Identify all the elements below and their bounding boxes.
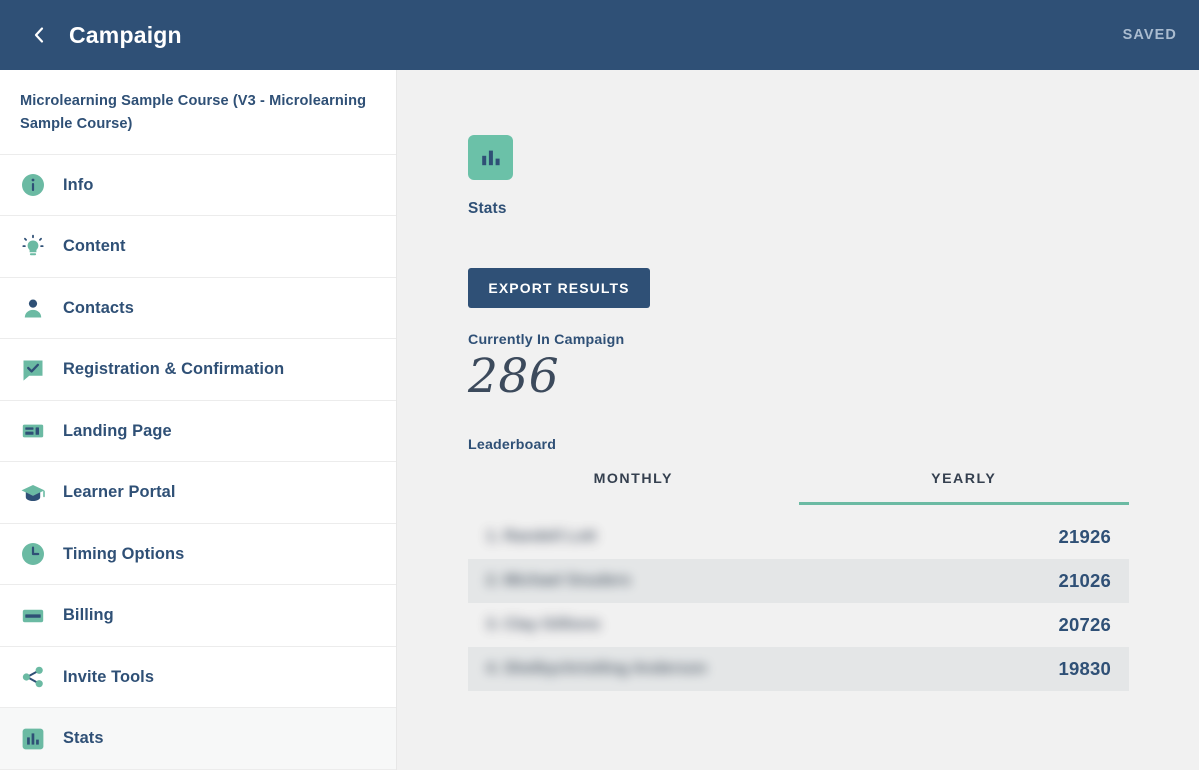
sidebar-item-registration-confirmation[interactable]: Registration & Confirmation: [0, 339, 396, 401]
course-title-block: Microlearning Sample Course (V3 - Microl…: [0, 70, 396, 155]
info-circle-icon: [20, 172, 46, 198]
sidebar-item-landing-page[interactable]: Landing Page: [0, 400, 396, 463]
leaderboard-name: 3. Clay Gillions: [486, 616, 601, 634]
sidebar-item-stats[interactable]: Stats: [0, 708, 396, 770]
sidebar-item-info[interactable]: Info: [0, 154, 396, 217]
top-header-bar: Campaign SAVED: [0, 0, 1199, 70]
sidebar-item-invite-tools[interactable]: Invite Tools: [0, 646, 396, 709]
sidebar-item-label: Registration & Confirmation: [63, 360, 285, 379]
leaderboard-name: 4. Shelbychristling Anderson: [486, 660, 707, 678]
leaderboard-label: Leaderboard: [468, 437, 557, 454]
leaderboard-name: 2. Michael Snuders: [486, 572, 631, 590]
clock-icon: [20, 541, 46, 567]
leaderboard-score: 20726: [1058, 614, 1111, 636]
sidebar-item-label: Timing Options: [63, 544, 185, 563]
tab-yearly[interactable]: YEARLY: [798, 471, 1129, 506]
sidebar-item-content[interactable]: Content: [0, 216, 396, 278]
sidebar-item-billing[interactable]: Billing: [0, 585, 396, 647]
leaderboard-score: 21926: [1058, 526, 1111, 548]
sidebar-item-label: Content: [63, 237, 126, 256]
status-badge: SAVED: [1122, 27, 1177, 43]
leaderboard-score: 19830: [1058, 658, 1111, 680]
stats-page-icon-tile: [468, 135, 513, 180]
sidebar-item-label: Stats: [63, 729, 104, 748]
sidebar-item-label: Learner Portal: [63, 483, 176, 502]
stats-section-title: Stats: [468, 200, 507, 217]
tab-monthly[interactable]: MONTHLY: [468, 471, 799, 505]
sidebar-item-label: Invite Tools: [63, 667, 155, 686]
sidebar: Microlearning Sample Course (V3 - Microl…: [0, 70, 397, 770]
sidebar-item-timing-options[interactable]: Timing Options: [0, 523, 396, 586]
leaderboard-row: 3. Clay Gillions 20726: [468, 603, 1129, 648]
share-icon: [20, 664, 46, 690]
leaderboard-list: 1. Randell Lott 21926 2. Michael Snuders…: [468, 515, 1129, 692]
credit-card-icon: [20, 603, 46, 629]
page-title: Campaign: [69, 21, 182, 48]
lightbulb-icon: [20, 234, 46, 260]
back-button[interactable]: [22, 18, 56, 52]
bar-chart-icon: [20, 726, 46, 752]
person-icon: [20, 295, 46, 321]
graduation-cap-icon: [20, 480, 46, 506]
currently-in-campaign-value: 286: [468, 349, 560, 404]
export-results-button[interactable]: EXPORT RESULTS: [468, 268, 650, 308]
leaderboard-row: 1. Randell Lott 21926: [468, 515, 1129, 560]
leaderboard-row: 2. Michael Snuders 21026: [468, 559, 1129, 604]
currently-in-campaign-label: Currently In Campaign: [468, 332, 625, 348]
sidebar-item-learner-portal[interactable]: Learner Portal: [0, 462, 396, 524]
sidebar-item-label: Landing Page: [63, 421, 172, 440]
sidebar-item-label: Billing: [63, 606, 114, 625]
leaderboard-name: 1. Randell Lott: [486, 528, 597, 546]
leaderboard-tabs: MONTHLY YEARLY: [468, 471, 1129, 506]
sidebar-item-label: Info: [63, 175, 94, 194]
course-title: Microlearning Sample Course (V3 - Microl…: [20, 93, 367, 132]
speech-bubble-check-icon: [20, 357, 46, 383]
campaign-stats-page: Campaign SAVED Microlearning Sample Cour…: [0, 0, 1199, 770]
leaderboard-row: 4. Shelbychristling Anderson 19830: [468, 647, 1129, 692]
sidebar-item-contacts[interactable]: Contacts: [0, 277, 396, 340]
bar-chart-icon: [478, 145, 504, 171]
sidebar-item-label: Contacts: [63, 298, 134, 317]
body-split: Microlearning Sample Course (V3 - Microl…: [0, 70, 1199, 770]
chevron-left-icon: [31, 25, 47, 45]
landing-page-icon: [20, 418, 46, 444]
leaderboard-score: 21026: [1058, 570, 1111, 592]
main-content: Stats EXPORT RESULTS Currently In Campai…: [397, 70, 1199, 770]
